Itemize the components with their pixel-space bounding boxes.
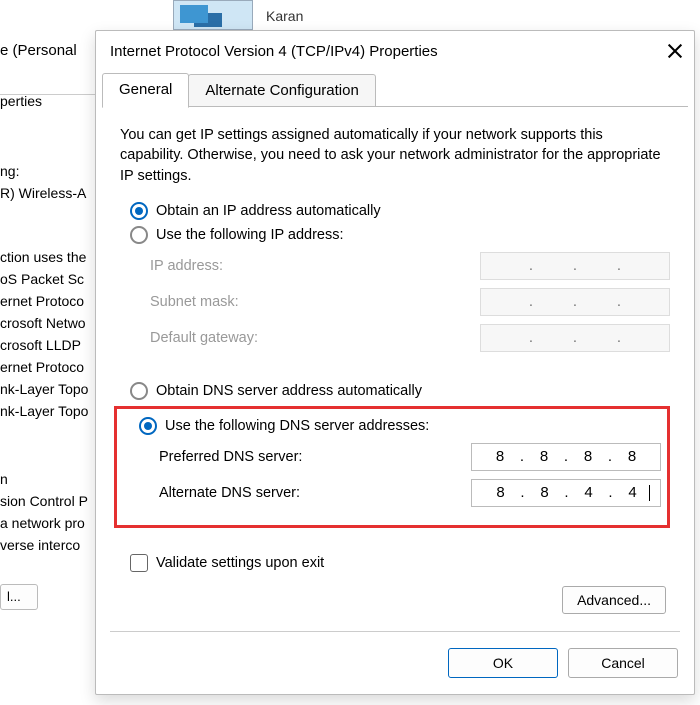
bg-desc: verse interco <box>0 537 95 553</box>
gateway-input: ... <box>480 324 670 352</box>
bg-n: n <box>0 471 95 487</box>
field-label: Alternate DNS server: <box>159 485 471 501</box>
highlight-box: Use the following DNS server addresses: … <box>114 406 670 528</box>
tab-alternate[interactable]: Alternate Configuration <box>188 74 375 107</box>
checkbox-icon[interactable] <box>130 554 148 572</box>
preferred-dns-input[interactable]: 8. 8. 8. 8 <box>471 443 661 471</box>
ok-button[interactable]: OK <box>448 648 558 678</box>
divider <box>0 94 95 95</box>
radio-obtain-dns-auto[interactable]: Obtain DNS server address automatically <box>130 382 670 400</box>
ipv4-properties-dialog: Internet Protocol Version 4 (TCP/IPv4) P… <box>95 30 695 695</box>
intro-text: You can get IP settings assigned automat… <box>120 125 670 186</box>
bg-wireless: R) Wireless-A <box>0 185 95 201</box>
text-cursor <box>649 485 650 501</box>
field-label: Subnet mask: <box>150 294 480 310</box>
radio-icon[interactable] <box>130 202 148 220</box>
field-label: IP address: <box>150 258 480 274</box>
octet[interactable]: 8 <box>570 448 606 465</box>
preferred-dns-field: Preferred DNS server: 8. 8. 8. 8 <box>159 443 661 471</box>
radio-use-ip[interactable]: Use the following IP address: <box>130 226 670 244</box>
dialog-footer: OK Cancel <box>448 648 678 678</box>
bg-item: ernet Protoco <box>0 293 95 309</box>
octet[interactable]: 8 <box>482 448 518 465</box>
bg-item: nk-Layer Topo <box>0 381 95 397</box>
bg-title-fragment: e (Personal <box>0 42 95 59</box>
install-button[interactable]: l... <box>0 584 38 610</box>
radio-label: Use the following IP address: <box>156 227 344 243</box>
field-label: Preferred DNS server: <box>159 449 471 465</box>
adapter-name: Karan <box>266 8 303 24</box>
adapter-icon <box>173 0 253 30</box>
octet[interactable]: 8 <box>483 484 519 501</box>
subnet-field: Subnet mask: ... <box>150 288 670 316</box>
ip-address-input: ... <box>480 252 670 280</box>
radio-icon[interactable] <box>130 382 148 400</box>
bg-item: nk-Layer Topo <box>0 403 95 419</box>
close-icon[interactable] <box>666 42 684 60</box>
radio-icon[interactable] <box>139 417 157 435</box>
radio-use-dns[interactable]: Use the following DNS server addresses: <box>139 417 661 435</box>
radio-obtain-ip-auto[interactable]: Obtain an IP address automatically <box>130 202 670 220</box>
alternate-dns-input[interactable]: 8. 8. 4. 4 <box>471 479 661 507</box>
button-label: Cancel <box>601 655 645 671</box>
validate-settings-row[interactable]: Validate settings upon exit <box>130 554 670 572</box>
advanced-button[interactable]: Advanced... <box>562 586 666 614</box>
button-label: Advanced... <box>577 592 651 608</box>
octet[interactable]: 8 <box>527 484 563 501</box>
checkbox-label: Validate settings upon exit <box>156 555 324 571</box>
subnet-input: ... <box>480 288 670 316</box>
bg-desc: sion Control P <box>0 493 95 509</box>
alternate-dns-field: Alternate DNS server: 8. 8. 4. 4 <box>159 479 661 507</box>
separator <box>110 631 680 632</box>
bg-ng: ng: <box>0 163 95 179</box>
field-label: Default gateway: <box>150 330 480 346</box>
tab-alternate-label: Alternate Configuration <box>205 82 358 99</box>
octet[interactable]: 8 <box>526 448 562 465</box>
octet[interactable]: 4 <box>615 484 651 501</box>
button-label: OK <box>493 655 513 671</box>
radio-label: Obtain DNS server address automatically <box>156 383 422 399</box>
titlebar: Internet Protocol Version 4 (TCP/IPv4) P… <box>96 31 694 71</box>
cancel-button[interactable]: Cancel <box>568 648 678 678</box>
octet[interactable]: 8 <box>614 448 650 465</box>
bg-item: crosoft Netwo <box>0 315 95 331</box>
bg-item: ernet Protoco <box>0 359 95 375</box>
gateway-field: Default gateway: ... <box>150 324 670 352</box>
dialog-title: Internet Protocol Version 4 (TCP/IPv4) P… <box>110 43 666 60</box>
bg-item: crosoft LLDP <box>0 337 95 353</box>
tab-strip: General Alternate Configuration <box>96 71 694 107</box>
radio-label: Use the following DNS server addresses: <box>165 418 429 434</box>
radio-label: Obtain an IP address automatically <box>156 203 381 219</box>
bg-perties: perties <box>0 93 95 109</box>
octet[interactable]: 4 <box>571 484 607 501</box>
bg-uses: ction uses the <box>0 249 95 265</box>
radio-icon[interactable] <box>130 226 148 244</box>
tab-general-label: General <box>119 81 172 98</box>
bg-desc: a network pro <box>0 515 95 531</box>
ip-address-field: IP address: ... <box>150 252 670 280</box>
bg-item: oS Packet Sc <box>0 271 95 287</box>
tab-general[interactable]: General <box>102 73 189 108</box>
